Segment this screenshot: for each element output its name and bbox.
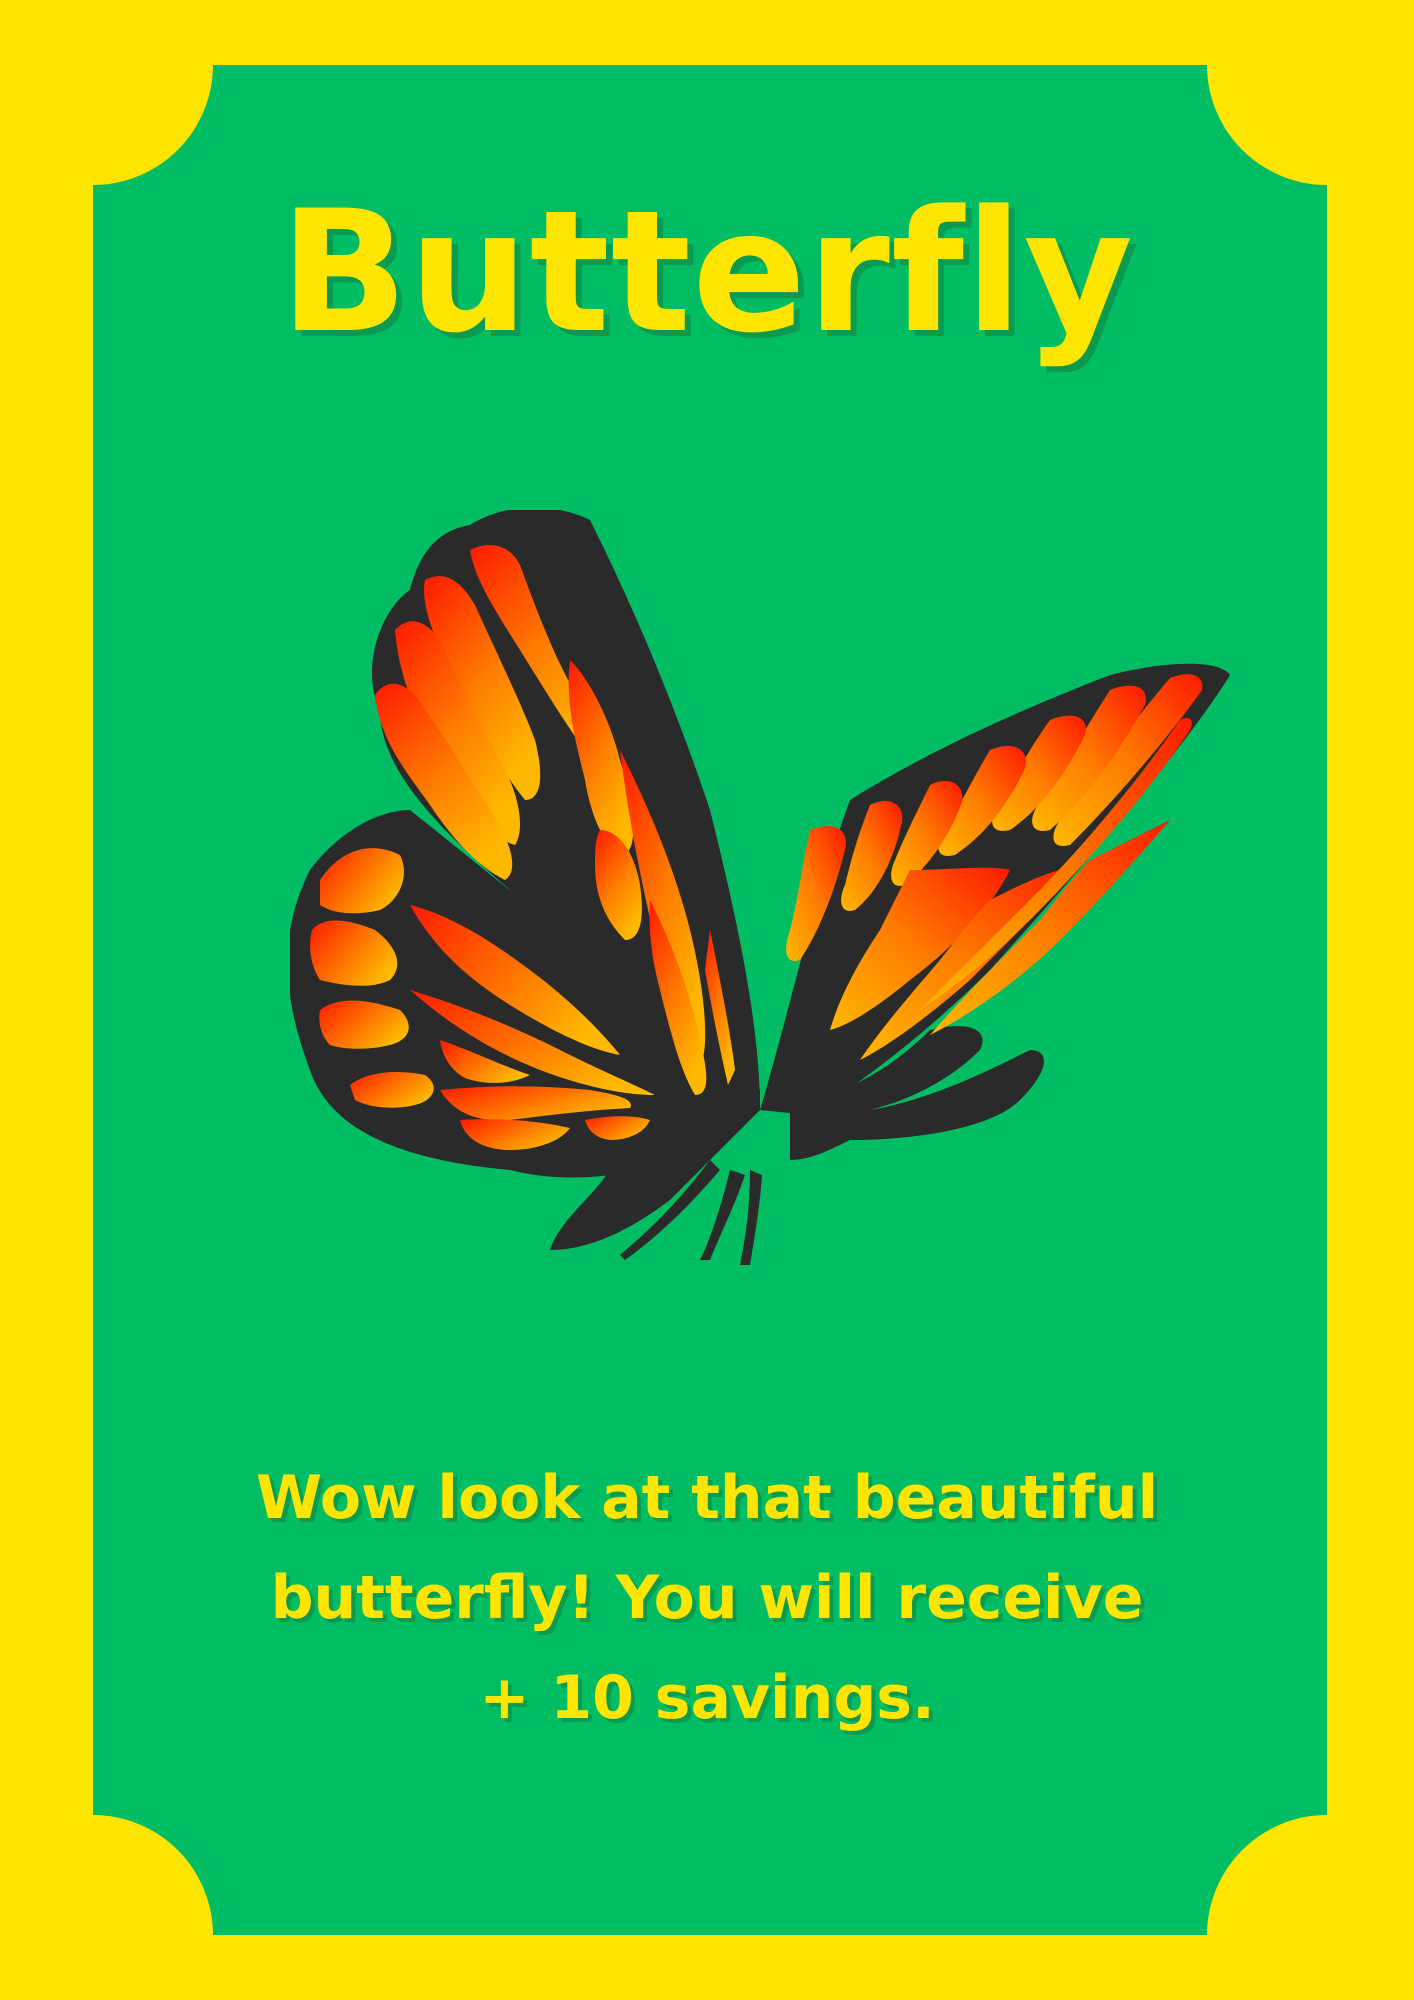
card-message: Wow look at that beautiful butterfly! Yo… [200,1448,1214,1748]
corner-notch-bottom-right [1207,1815,1414,2000]
card-title: Butterfly [279,174,1135,370]
corner-notch-top-right [1207,0,1414,185]
corner-notch-top-left [0,0,213,185]
corner-notch-bottom-left [0,1815,213,2000]
message-line-1: Wow look at that beautiful [255,1463,1159,1533]
message-line-2: butterfly! You will receive [270,1563,1144,1633]
butterfly-icon [290,510,1230,1265]
message-line-3: + 10 savings. [479,1663,935,1733]
page-background: Butterfly Wow look at that beautiful but… [0,0,1414,2000]
